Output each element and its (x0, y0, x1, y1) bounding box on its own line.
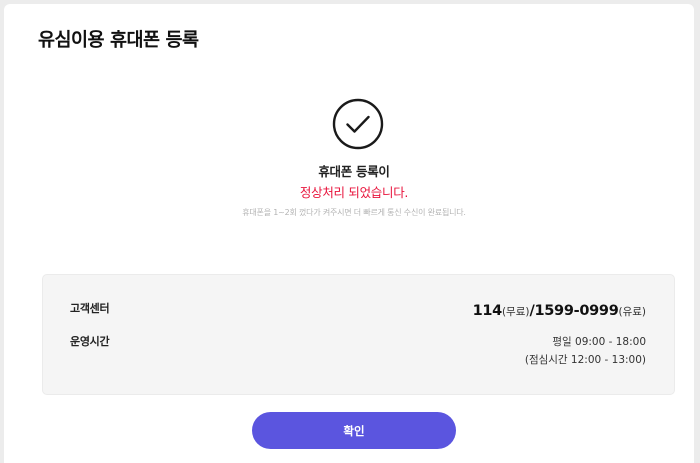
paid-phone-tag: (유료) (618, 306, 646, 318)
customer-center-label: 고객센터 (70, 302, 110, 315)
free-phone-tag: (무료) (501, 306, 530, 318)
operating-hours-weekday: 평일 09:00 - 18:00 (552, 336, 646, 348)
registration-panel: 유심이용 휴대폰 등록 휴대폰 등록이 정상처리 되었습니다. 휴대폰을 1~2… (4, 4, 694, 463)
operating-hours-lunch: (점심시간 12:00 - 13:00) (524, 354, 646, 366)
success-message-status: 정상처리 되었습니다. (299, 185, 409, 200)
restart-guidance-note: 휴대폰을 1~2회 껐다가 켜주시면 더 빠르게 통신 수신이 완료됩니다. (242, 208, 466, 217)
customer-center-phone: 114(무료)/1599-0999(유료) (473, 300, 646, 319)
operating-hours-label: 운영시간 (70, 335, 110, 348)
customer-center-info: 고객센터 114(무료)/1599-0999(유료) 운영시간 평일 09:00… (42, 274, 675, 395)
page-title: 유심이용 휴대폰 등록 (38, 30, 199, 51)
paid-phone-number: 1599-0999 (534, 303, 619, 319)
free-phone-number: 114 (472, 303, 503, 319)
confirm-button[interactable]: 확인 (252, 412, 456, 449)
success-message-title: 휴대폰 등록이 (318, 164, 390, 179)
check-circle-icon (332, 98, 384, 150)
